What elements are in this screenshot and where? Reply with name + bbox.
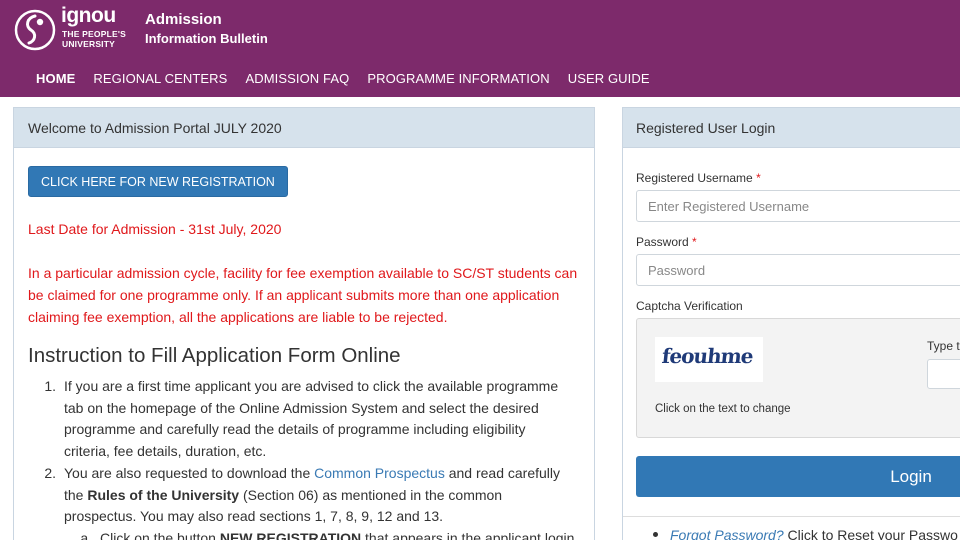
list-item-text: You are also requested to download the C…	[64, 463, 574, 528]
text-fragment: that appears in the applicant login	[361, 529, 575, 540]
list-item-text: Click on the button NEW REGISTRATION tha…	[100, 528, 574, 540]
username-input[interactable]	[636, 190, 960, 222]
new-registration-bold-text: NEW REGISTRATION	[219, 529, 362, 540]
required-marker: *	[756, 171, 761, 185]
list-item: 1. If you are a first time applicant you…	[28, 376, 588, 463]
list-subitem: a. Click on the button NEW REGISTRATION …	[28, 528, 588, 540]
ignou-logo-icon[interactable]	[13, 8, 57, 52]
password-label: Password *	[636, 235, 697, 249]
captcha-type-label: Type th	[927, 339, 960, 353]
username-label-text: Registered Username	[636, 171, 753, 185]
password-input[interactable]	[636, 254, 960, 286]
forgot-password-row: Forgot Password? Click to Reset your Pas…	[653, 527, 958, 540]
instruction-list: 1. If you are a first time applicant you…	[28, 376, 588, 540]
logo-wordmark: ignou	[61, 4, 116, 27]
logo-tagline-line1: THE PEOPLE'S	[62, 29, 126, 39]
list-item-text: If you are a first time applicant you ar…	[64, 378, 559, 460]
site-header: ignou THE PEOPLE'S UNIVERSITY Admission …	[0, 0, 960, 97]
logo-tagline: THE PEOPLE'S UNIVERSITY	[62, 29, 126, 49]
common-prospectus-link[interactable]: Common Prospectus	[314, 465, 445, 481]
list-item-number: 2.	[44, 464, 56, 481]
captcha-box: feouhme Click on the text to change Type…	[636, 318, 960, 438]
list-item-number: 1.	[44, 378, 56, 394]
password-label-text: Password	[636, 235, 689, 249]
captcha-input[interactable]	[927, 359, 960, 389]
list-item-number: a.	[80, 529, 92, 540]
text-fragment: You are also requested to download the	[64, 464, 315, 481]
nav-home[interactable]: HOME	[27, 70, 84, 88]
nav-programme-information[interactable]: PROGRAMME INFORMATION	[358, 70, 558, 88]
divider	[623, 516, 960, 517]
forgot-password-text: Click to Reset your Passwo	[783, 527, 958, 540]
fee-exemption-warning: In a particular admission cycle, facilit…	[28, 265, 578, 325]
site-title: Admission	[145, 11, 222, 28]
captcha-label: Captcha Verification	[636, 299, 743, 313]
text-fragment: Click on the button	[100, 529, 220, 540]
rules-bold-text: Rules of the University	[87, 486, 240, 503]
welcome-panel: Welcome to Admission Portal JULY 2020 CL…	[13, 107, 595, 540]
bullet-icon	[653, 531, 658, 537]
forgot-password-link[interactable]: Forgot Password?	[670, 527, 784, 540]
list-item: 2. You are also requested to download th…	[28, 463, 588, 528]
nav-regional-centers[interactable]: REGIONAL CENTERS	[84, 70, 236, 88]
main-nav: HOME REGIONAL CENTERS ADMISSION FAQ PROG…	[27, 70, 659, 88]
captcha-text: feouhme	[660, 344, 754, 368]
nav-user-guide[interactable]: USER GUIDE	[559, 70, 659, 88]
logo-tagline-line2: UNIVERSITY	[62, 39, 116, 49]
site-subtitle: Information Bulletin	[145, 31, 268, 46]
captcha-image[interactable]: feouhme	[655, 337, 763, 382]
username-label: Registered Username *	[636, 171, 761, 185]
new-registration-button[interactable]: CLICK HERE FOR NEW REGISTRATION	[28, 166, 288, 197]
login-panel: Registered User Login Registered Usernam…	[622, 107, 960, 540]
login-panel-title: Registered User Login	[623, 108, 960, 148]
instruction-heading: Instruction to Fill Application Form Onl…	[28, 344, 401, 367]
last-date-notice: Last Date for Admission - 31st July, 202…	[28, 221, 282, 237]
required-marker: *	[692, 235, 697, 249]
login-button[interactable]: Login	[636, 456, 960, 497]
captcha-hint: Click on the text to change	[655, 403, 791, 415]
welcome-panel-title: Welcome to Admission Portal JULY 2020	[14, 108, 594, 148]
nav-admission-faq[interactable]: ADMISSION FAQ	[236, 70, 358, 88]
